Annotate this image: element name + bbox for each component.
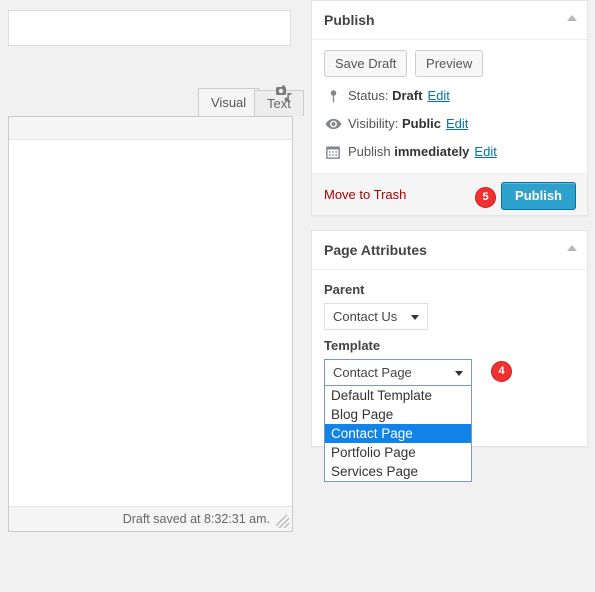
status-value: Draft	[392, 88, 423, 103]
publish-panel: Publish Save Draft Preview Status: Draft…	[311, 0, 588, 216]
editor-toolbar[interactable]	[9, 117, 292, 140]
editor-box: Draft saved at 8:32:31 am.	[8, 116, 293, 532]
sidebar-column: Publish Save Draft Preview Status: Draft…	[311, 0, 588, 482]
publish-date-value: immediately	[394, 144, 470, 159]
triangle-up-icon[interactable]	[567, 245, 577, 251]
parent-select-value: Contact Us	[333, 309, 398, 324]
template-select[interactable]: Contact Page	[324, 359, 472, 386]
status-edit-link[interactable]: Edit	[427, 87, 449, 105]
publish-actions: Move to Trash 5 Publish	[312, 173, 587, 215]
template-select-value: Contact Page	[333, 365, 412, 380]
editor-wrapper: Visual Text Draft saved at 8:32:31 am.	[8, 85, 304, 532]
visibility-value: Public	[401, 116, 441, 131]
eye-icon	[324, 115, 342, 133]
publish-date-row: Publish immediately Edit	[324, 143, 575, 161]
template-option-portfolio-page[interactable]: Portfolio Page	[325, 443, 471, 462]
step-badge-4: 4	[491, 361, 512, 382]
template-option-blog-page[interactable]: Blog Page	[325, 405, 471, 424]
page-attributes-header[interactable]: Page Attributes	[312, 231, 587, 270]
template-option-default-template[interactable]: Default Template	[325, 386, 471, 405]
post-title-input[interactable]	[8, 10, 291, 46]
move-to-trash-link[interactable]: Move to Trash	[324, 187, 406, 202]
visibility-prefix: Visibility:	[348, 116, 399, 131]
page-attributes-title: Page Attributes	[324, 242, 427, 258]
calendar-icon	[324, 143, 342, 161]
publish-date-edit-link[interactable]: Edit	[474, 143, 496, 161]
add-media-icon[interactable]	[275, 84, 293, 102]
editor-content-area[interactable]	[9, 140, 292, 506]
editor-column: Visual Text Draft saved at 8:32:31 am.	[0, 0, 304, 592]
draft-saved-text: Draft saved at 8:32:31 am.	[122, 512, 270, 526]
template-option-contact-page[interactable]: Contact Page	[325, 424, 471, 443]
parent-label: Parent	[324, 282, 365, 297]
step-badge-5: 5	[475, 187, 496, 208]
editor-status-bar: Draft saved at 8:32:31 am.	[9, 506, 292, 531]
visibility-edit-link[interactable]: Edit	[446, 115, 468, 133]
template-label: Template	[324, 338, 381, 353]
page-attributes-body: Parent Contact Us Template Contact Page …	[312, 270, 587, 482]
template-option-services-page[interactable]: Services Page	[325, 462, 471, 481]
preview-button[interactable]: Preview	[415, 50, 484, 77]
template-dropdown-list[interactable]: Default Template Blog Page Contact Page …	[324, 386, 472, 482]
publish-button[interactable]: Publish	[501, 182, 576, 210]
pin-icon	[324, 87, 342, 105]
chevron-down-icon	[411, 315, 419, 320]
wordpress-page-editor: Visual Text Draft saved at 8:32:31 am. P…	[0, 0, 595, 592]
editor-tabs: Visual Text	[8, 85, 304, 116]
template-select-wrapper: Contact Page 4 Default Template Blog Pag…	[324, 359, 575, 482]
status-row: Status: Draft Edit	[324, 87, 575, 105]
parent-select[interactable]: Contact Us	[324, 303, 428, 330]
visibility-row: Visibility: Public Edit	[324, 115, 575, 133]
status-prefix: Status:	[348, 88, 389, 103]
publish-date-prefix: Publish	[348, 144, 391, 159]
triangle-up-icon[interactable]	[567, 15, 577, 21]
editor-resize-handle[interactable]	[276, 515, 289, 528]
tab-visual[interactable]: Visual	[198, 88, 260, 116]
publish-panel-header[interactable]: Publish	[312, 1, 587, 40]
save-draft-button[interactable]: Save Draft	[324, 50, 408, 77]
chevron-down-icon	[455, 371, 463, 376]
publish-panel-title: Publish	[324, 12, 375, 28]
page-attributes-panel: Page Attributes Parent Contact Us Templa…	[311, 230, 588, 482]
publish-panel-body: Save Draft Preview Status: Draft Edit Vi…	[312, 40, 587, 173]
